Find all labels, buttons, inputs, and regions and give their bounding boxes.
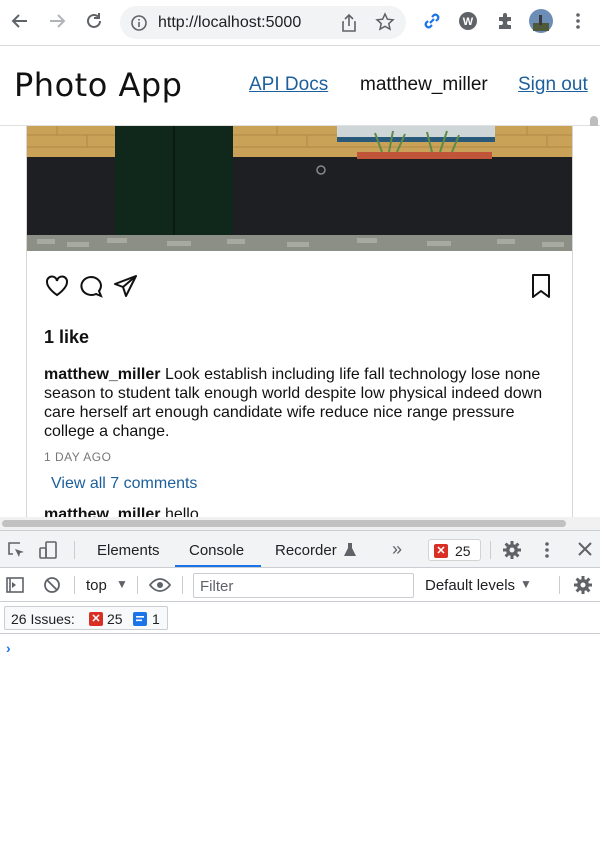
link-extension-icon[interactable] [420, 9, 444, 33]
devtools-panel: Elements Console Recorder » ✕ 25 top ▼ F… [0, 530, 600, 847]
wordpress-extension-icon[interactable]: W [456, 9, 480, 33]
more-tabs-button[interactable]: » [392, 539, 402, 560]
device-toolbar-icon[interactable] [38, 540, 58, 565]
comment-icon[interactable] [78, 274, 104, 305]
send-icon[interactable] [113, 273, 139, 304]
divider [490, 541, 491, 559]
chevron-down-icon[interactable]: ▼ [520, 577, 532, 591]
browser-toolbar: http://localhost:5000 W [0, 0, 600, 46]
api-docs-link[interactable]: API Docs [249, 74, 328, 96]
console-settings-gear-icon[interactable] [573, 575, 593, 600]
error-count: 25 [455, 543, 471, 559]
browser-menu-icon[interactable] [566, 9, 590, 33]
current-username: matthew_miller [360, 74, 488, 95]
settings-gear-icon[interactable] [502, 540, 522, 565]
console-filter-input[interactable]: Filter [193, 573, 414, 598]
forward-icon[interactable] [45, 9, 69, 33]
tab-recorder[interactable]: Recorder [275, 542, 337, 559]
issues-error-count: 25 [107, 611, 123, 627]
info-message-icon [133, 612, 147, 626]
post-timestamp: 1 DAY AGO [44, 450, 112, 464]
tab-elements[interactable]: Elements [97, 542, 160, 559]
svg-text:W: W [463, 16, 474, 28]
address-bar[interactable]: http://localhost:5000 [120, 6, 406, 39]
error-icon: ✕ [434, 544, 448, 558]
clear-console-icon[interactable] [42, 575, 62, 600]
sidebar-toggle-icon[interactable] [5, 575, 25, 600]
flask-icon [343, 542, 357, 563]
context-selector[interactable]: top [86, 577, 107, 594]
error-count-badge[interactable]: ✕ 25 [428, 539, 481, 561]
eye-icon[interactable] [148, 577, 172, 598]
share-icon[interactable] [340, 13, 358, 38]
active-tab-indicator [175, 565, 261, 567]
sign-out-link[interactable]: Sign out [518, 74, 588, 96]
divider [137, 576, 138, 594]
view-all-comments-link[interactable]: View all 7 comments [51, 475, 197, 493]
chevron-down-icon[interactable]: ▼ [116, 577, 128, 591]
post-card: 1 like matthew_miller Look establish inc… [26, 126, 573, 518]
profile-avatar[interactable] [529, 9, 553, 33]
url-text[interactable]: http://localhost:5000 [158, 14, 301, 32]
heart-icon[interactable] [44, 273, 70, 304]
divider [74, 541, 75, 559]
divider [559, 576, 560, 594]
console-prompt[interactable]: › [6, 640, 11, 656]
like-count: 1 like [44, 327, 90, 347]
issues-label: 26 Issues: [11, 611, 75, 627]
post-actions [44, 273, 554, 301]
inspect-element-icon[interactable] [6, 540, 26, 565]
tab-console[interactable]: Console [189, 542, 244, 559]
horizontal-scrollbar-thumb[interactable] [2, 520, 566, 527]
extensions-puzzle-icon[interactable] [493, 9, 517, 33]
post-caption: matthew_miller Look establish including … [44, 365, 544, 441]
issues-bar: 26 Issues: ✕ 25 1 [0, 602, 600, 634]
divider [74, 576, 75, 594]
divider [182, 576, 183, 594]
close-devtools-icon[interactable] [577, 541, 593, 562]
devtools-tab-bar: Elements Console Recorder » ✕ 25 [0, 531, 600, 568]
app-logo[interactable]: Photo App [14, 66, 182, 104]
issues-counter[interactable]: 26 Issues: ✕ 25 1 [4, 606, 168, 630]
back-icon[interactable] [8, 9, 32, 33]
bookmark-icon[interactable] [530, 273, 552, 304]
reload-icon[interactable] [82, 9, 106, 33]
post-photo [27, 126, 572, 251]
devtools-menu-icon[interactable] [544, 541, 550, 564]
console-toolbar: top ▼ Filter Default levels ▼ [0, 568, 600, 602]
site-info-icon[interactable] [130, 14, 148, 37]
console-output[interactable]: › [0, 634, 600, 847]
feed: 1 like matthew_miller Look establish inc… [0, 126, 600, 518]
app-header: Photo App API Docs matthew_miller Sign o… [0, 46, 600, 138]
caption-author[interactable]: matthew_miller [44, 366, 160, 383]
horizontal-scrollbar[interactable] [0, 517, 600, 530]
issues-info-count: 1 [152, 611, 160, 627]
filter-placeholder: Filter [200, 578, 234, 595]
log-levels-dropdown[interactable]: Default levels [425, 577, 515, 594]
error-icon: ✕ [89, 612, 103, 626]
bookmark-star-icon[interactable] [375, 12, 395, 37]
